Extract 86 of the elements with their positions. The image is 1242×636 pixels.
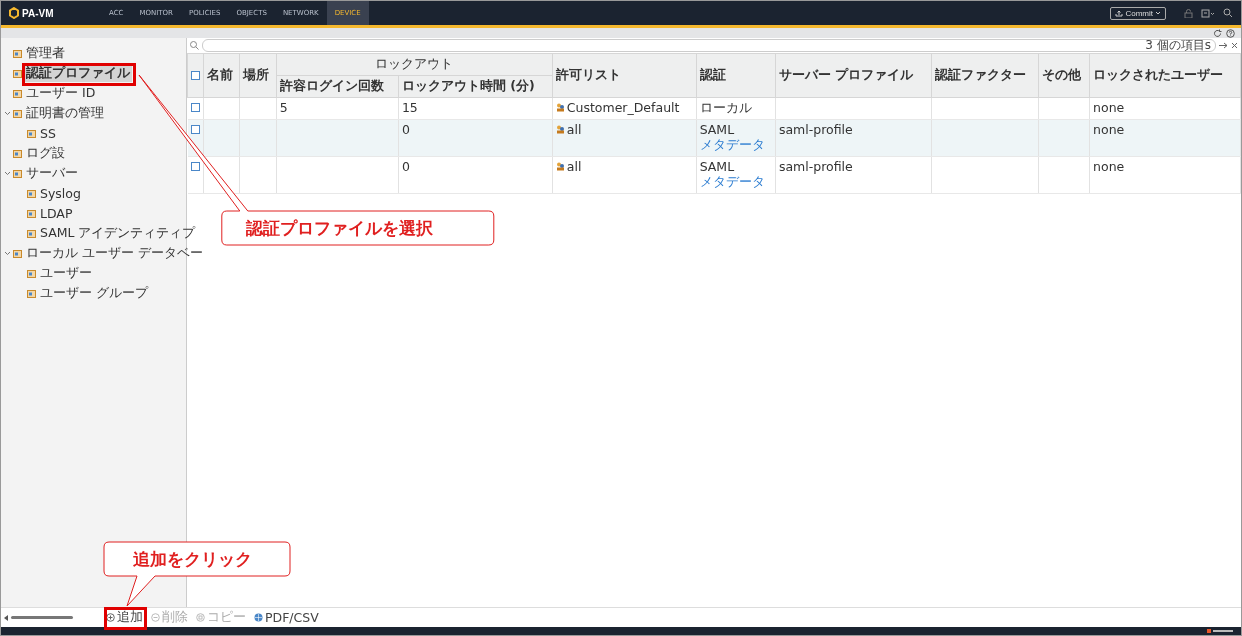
column-header[interactable]: その他: [1038, 53, 1090, 98]
minus-icon: [151, 613, 160, 622]
commit-button[interactable]: Commit: [1110, 6, 1166, 20]
column-header[interactable]: 認証: [696, 53, 776, 98]
refresh-icon: [1213, 28, 1222, 38]
select-all-checkbox[interactable]: [191, 71, 200, 80]
sidebar-item[interactable]: LDAP: [38, 205, 75, 221]
table-cell: all: [566, 122, 582, 137]
folder-icon: [27, 128, 36, 138]
column-header[interactable]: 場所: [239, 53, 277, 98]
help-icon: [1226, 28, 1235, 38]
highlight-frame: [104, 607, 147, 630]
caret-icon: [1155, 11, 1161, 15]
lock-icon: [1184, 8, 1193, 18]
globe-icon: [254, 613, 263, 622]
table-cell: saml-profile: [778, 159, 853, 174]
toolbar-button[interactable]: PDF/CSV: [254, 609, 319, 626]
result-count: 3 個の項目s: [1145, 37, 1211, 54]
table-cell: none: [1093, 122, 1125, 137]
column-header[interactable]: ロックアウト時間 (分): [398, 75, 553, 98]
table-cell: 15: [401, 100, 418, 115]
table-cell-text: SAML: [699, 159, 736, 174]
close-icon: [1231, 42, 1238, 49]
search-icon: [190, 41, 199, 50]
row-checkbox[interactable]: [190, 103, 200, 112]
column-header[interactable]: 認証ファクター: [931, 53, 1039, 98]
logo-icon: [1207, 628, 1233, 634]
copy-icon: [196, 613, 205, 622]
sidebar-item[interactable]: 証明書の管理: [24, 104, 106, 122]
row-checkbox[interactable]: [190, 125, 200, 134]
folder-icon: [13, 48, 22, 58]
folder-icon: [27, 188, 36, 198]
column-header[interactable]: サーバー プロファイル: [775, 53, 932, 98]
folder-icon: [13, 248, 22, 258]
table-cell: none: [1093, 100, 1125, 115]
sidebar-item[interactable]: ローカル ユーザー データベー: [24, 244, 205, 262]
sidebar-item[interactable]: ユーザー ID: [24, 84, 98, 102]
logo-icon: [9, 7, 19, 19]
folder-icon: [27, 228, 36, 238]
callout-text: 認証プロファイルを選択: [245, 217, 433, 240]
sidebar-item[interactable]: ログ設: [24, 144, 67, 162]
sidebar-item[interactable]: ユーザー グループ: [38, 284, 150, 302]
column-header[interactable]: 名前: [203, 53, 240, 98]
toolbar-button[interactable]: 追加: [106, 609, 143, 626]
config-icon: [1201, 8, 1215, 18]
users-icon: [555, 103, 565, 112]
folder-icon: [13, 148, 22, 158]
metadata-link[interactable]: メタデータ: [699, 174, 772, 191]
scrollbar-thumb[interactable]: [11, 616, 73, 619]
sidebar-item[interactable]: サーバー: [24, 164, 80, 182]
users-icon: [555, 125, 565, 134]
folder-icon: [13, 88, 22, 98]
folder-icon: [27, 268, 36, 278]
folder-icon: [13, 68, 22, 78]
column-header[interactable]: 許可リスト: [552, 53, 697, 98]
scroll-left-icon: [4, 614, 9, 621]
add-icon: [106, 613, 115, 622]
table-cell: Customer_Default: [566, 100, 680, 115]
column-header[interactable]: ロックされたユーザー: [1089, 53, 1241, 98]
sidebar-item[interactable]: SAML アイデンティティプ: [38, 224, 198, 242]
table-cell: all: [566, 159, 582, 174]
row-checkbox[interactable]: [190, 162, 200, 171]
metadata-link[interactable]: メタデータ: [699, 137, 772, 154]
folder-icon: [27, 208, 36, 218]
arrow-icon: [1219, 42, 1228, 49]
search-field[interactable]: 3 個の項目s: [202, 39, 1216, 52]
folder-icon: [13, 108, 22, 118]
folder-icon: [13, 168, 22, 178]
table-cell-text: SAML: [699, 122, 736, 137]
callout-text: 追加をクリック: [133, 548, 252, 571]
sidebar-item[interactable]: Syslog: [38, 185, 83, 201]
search-icon: [1223, 8, 1233, 18]
upload-icon: [1115, 9, 1124, 17]
column-group-header: ロックアウト: [276, 53, 553, 76]
folder-icon: [27, 288, 36, 298]
sidebar-item[interactable]: ユーザー: [38, 264, 94, 282]
table-cell: saml-profile: [778, 122, 853, 137]
table-cell: 5: [279, 100, 288, 115]
table-cell: 0: [401, 122, 410, 137]
users-icon: [555, 162, 565, 171]
table-cell: none: [1093, 159, 1125, 174]
sidebar-item[interactable]: SS: [38, 125, 58, 141]
table-cell: 0: [401, 159, 410, 174]
logo-text: PA-VM: [22, 7, 54, 19]
table-cell: ローカル: [699, 100, 752, 115]
sidebar-item[interactable]: 管理者: [24, 44, 67, 62]
